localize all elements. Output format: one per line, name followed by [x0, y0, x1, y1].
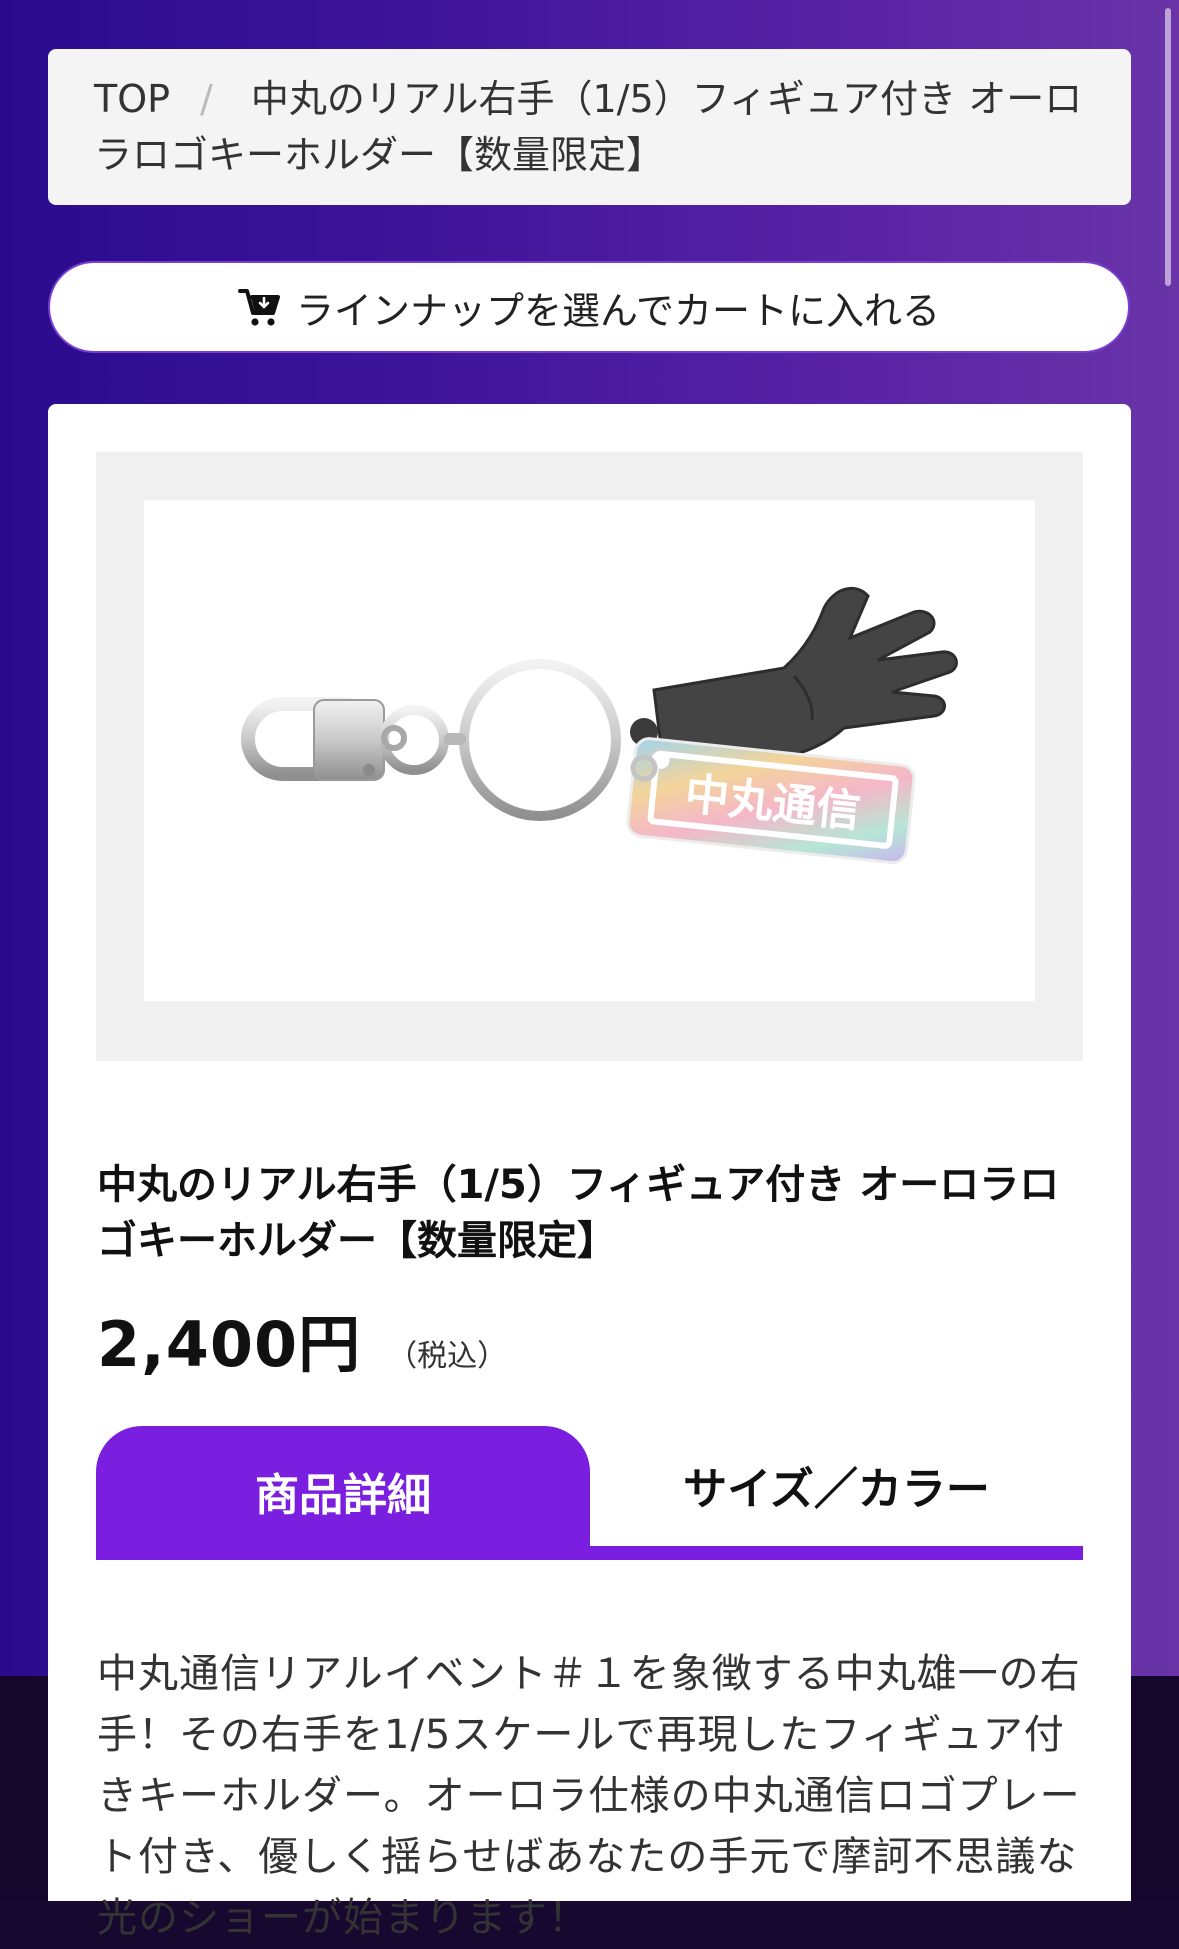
- breadcrumb-top-link[interactable]: TOP: [94, 77, 170, 121]
- breadcrumb-separator: /: [200, 77, 213, 121]
- keychain-hand-figure-icon: 中丸通信: [241, 586, 958, 865]
- product-price: 2,400円: [97, 1308, 362, 1381]
- breadcrumb-current: 中丸のリアル右手（1/5）フィギュア付き オーロラロゴキーホルダー【数量限定】: [94, 77, 1083, 177]
- price-row: 2,400円 （税込）: [97, 1294, 507, 1384]
- product-title: 中丸のリアル右手（1/5）フィギュア付き オーロラロゴキーホルダー【数量限定】: [97, 1161, 1060, 1264]
- add-to-cart-button[interactable]: ラインナップを選んでカートに入れる: [50, 263, 1128, 351]
- cart-icon: [237, 289, 280, 326]
- add-to-cart-label: ラインナップを選んでカートに入れる: [295, 288, 941, 333]
- tab-product-details[interactable]: 商品詳細: [96, 1426, 590, 1560]
- product-card: 中丸通信 中丸のリアル右手（1/5）フィギュア付き オーロラロゴキーホルダー【数…: [48, 404, 1131, 1941]
- tax-note: （税込）: [387, 1339, 508, 1374]
- product-description: 中丸通信リアルイベント＃１を象徴する中丸雄一の右手！その右手を1/5スケールで再…: [97, 1651, 1081, 1941]
- scrollbar[interactable]: [1165, 8, 1171, 286]
- product-image[interactable]: 中丸通信: [144, 500, 1035, 1001]
- product-tabs: 商品詳細 サイズ／カラー: [96, 1426, 1083, 1560]
- breadcrumb: TOP / 中丸のリアル右手（1/5）フィギュア付き オーロラロゴキーホルダー【数量…: [48, 49, 1131, 205]
- tab-underline: [96, 1546, 1083, 1560]
- product-image-frame: 中丸通信: [96, 452, 1083, 1061]
- tab-size-color[interactable]: サイズ／カラー: [590, 1426, 1083, 1544]
